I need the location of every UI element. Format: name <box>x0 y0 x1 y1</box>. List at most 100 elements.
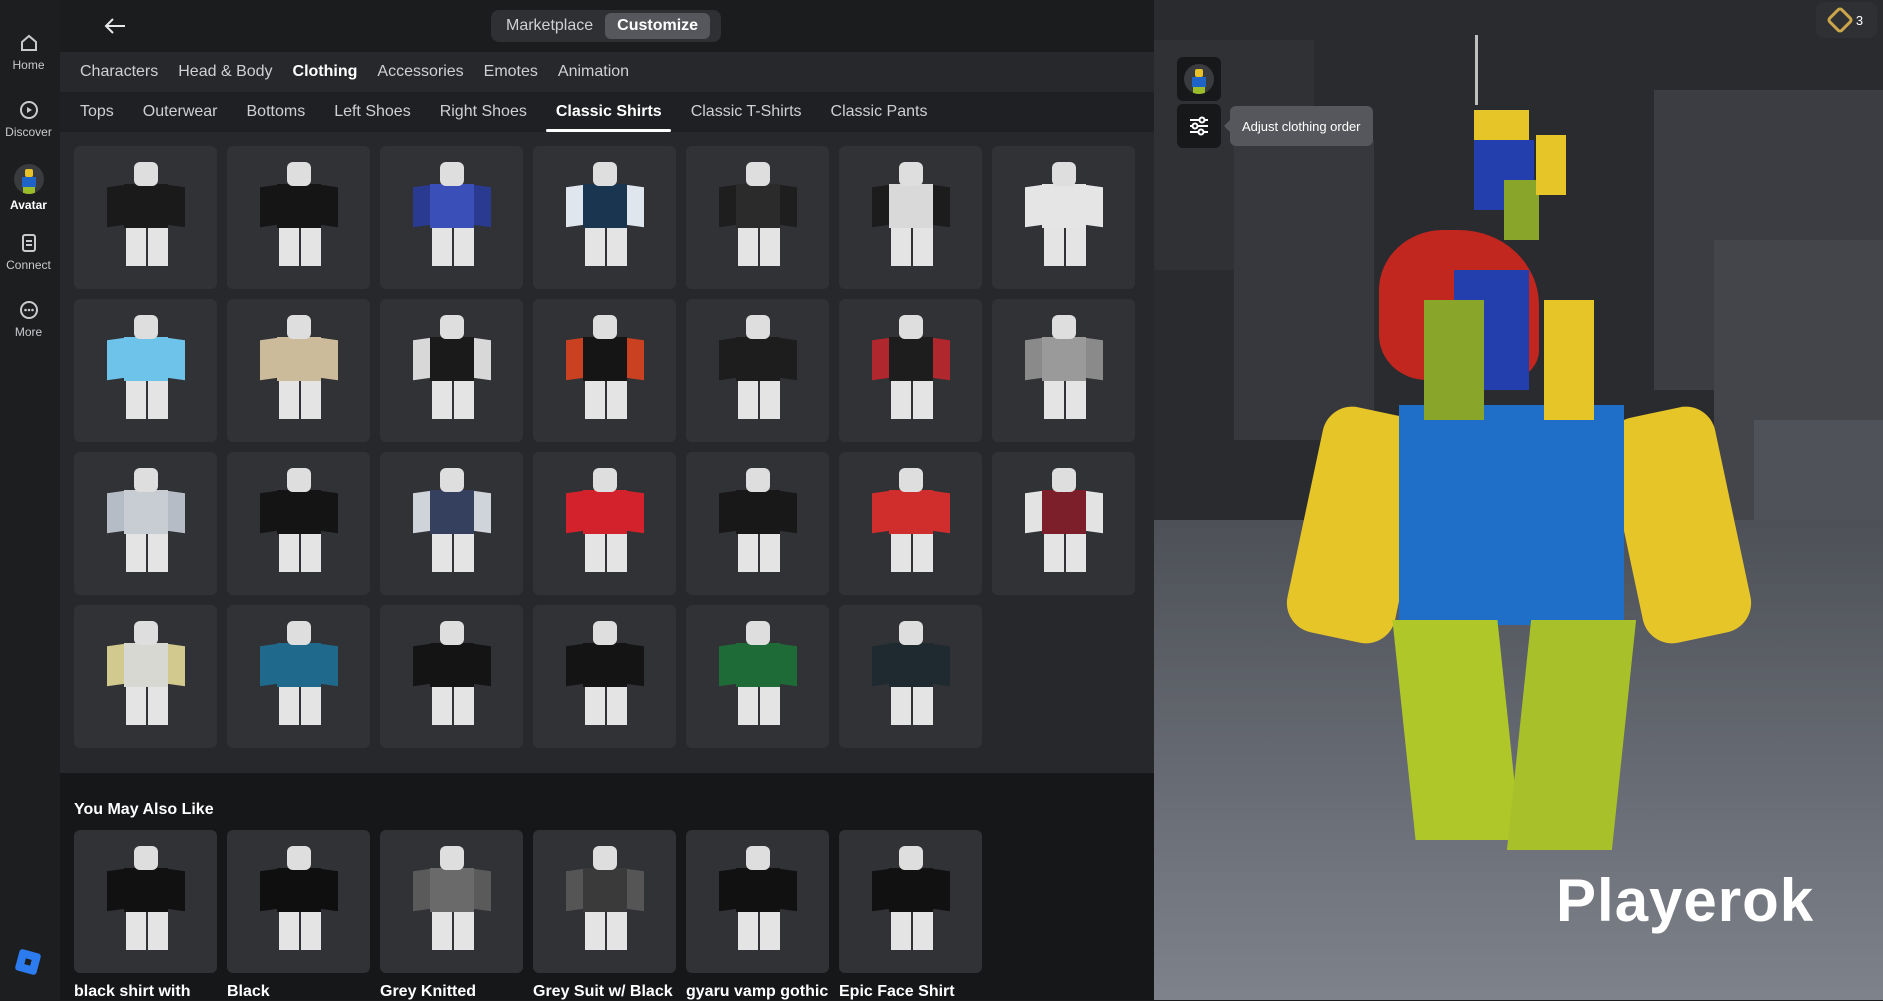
subtab-classic-t-shirts[interactable]: Classic T-Shirts <box>681 92 821 132</box>
recommended-item[interactable]: gyaru vamp gothic <box>686 830 829 1001</box>
shirt-item[interactable] <box>686 299 829 442</box>
shirt-item[interactable] <box>839 605 982 748</box>
subtab-right-shoes[interactable]: Right Shoes <box>430 92 546 132</box>
shirt-item[interactable] <box>380 146 523 289</box>
shirt-item[interactable] <box>227 605 370 748</box>
shirt-preview <box>410 846 494 956</box>
shirt-preview <box>716 315 800 425</box>
nav-discover[interactable]: Discover <box>0 99 57 139</box>
shirt-item[interactable] <box>74 605 217 748</box>
tab-head-body[interactable]: Head & Body <box>168 63 282 81</box>
roblox-logo-icon[interactable] <box>14 948 42 976</box>
subtab-classic-pants[interactable]: Classic Pants <box>821 92 947 132</box>
shirt-item[interactable] <box>533 605 676 748</box>
shirt-item[interactable] <box>992 299 1135 442</box>
shirt-item[interactable] <box>686 605 829 748</box>
nav-home[interactable]: Home <box>0 32 57 72</box>
subtab-left-shoes[interactable]: Left Shoes <box>324 92 430 132</box>
shirt-item[interactable] <box>227 299 370 442</box>
nav-more[interactable]: More <box>0 299 57 339</box>
shirt-item[interactable] <box>227 146 370 289</box>
shirt-preview <box>104 315 188 425</box>
shirt-item[interactable] <box>839 452 982 595</box>
top-bar: Marketplace Customize <box>60 0 1154 52</box>
shirt-item[interactable] <box>533 299 676 442</box>
character-thumbnail-button[interactable] <box>1177 57 1221 101</box>
tab-clothing[interactable]: Clothing <box>283 63 368 81</box>
nav-avatar[interactable]: Avatar <box>0 164 57 212</box>
recommended-thumbnail[interactable] <box>686 830 829 973</box>
shirt-item[interactable] <box>380 452 523 595</box>
shirt-preview <box>563 162 647 272</box>
tab-characters[interactable]: Characters <box>70 63 168 81</box>
shirt-preview <box>1022 468 1106 578</box>
shirt-item[interactable] <box>839 146 982 289</box>
shirt-preview <box>104 846 188 956</box>
shirt-item[interactable] <box>74 452 217 595</box>
subtab-classic-shirts[interactable]: Classic Shirts <box>545 92 681 132</box>
shirt-item[interactable] <box>227 452 370 595</box>
robux-amount: 3 <box>1855 12 1864 28</box>
shirt-item[interactable] <box>380 299 523 442</box>
tab-accessories[interactable]: Accessories <box>367 63 473 81</box>
shirt-item[interactable] <box>74 299 217 442</box>
mode-switch: Marketplace Customize <box>491 10 721 42</box>
shirt-preview <box>104 621 188 731</box>
avatar-icon <box>1184 64 1214 94</box>
shirt-preview <box>410 468 494 578</box>
username-label: Playerok <box>1556 867 1815 934</box>
recommended-item-name: gyaru vamp gothic <box>686 983 829 1000</box>
shirt-item[interactable] <box>992 146 1135 289</box>
shirt-item[interactable] <box>686 146 829 289</box>
recommended-thumbnail[interactable] <box>533 830 676 973</box>
shirt-item[interactable] <box>533 146 676 289</box>
marketplace-tab[interactable]: Marketplace <box>494 13 605 39</box>
shirt-preview <box>1022 315 1106 425</box>
subcategory-tabs: Tops Outerwear Bottoms Left Shoes Right … <box>60 92 1154 132</box>
shirt-preview <box>257 162 341 272</box>
nav-discover-label: Discover <box>5 125 52 139</box>
back-button[interactable] <box>98 10 132 42</box>
shirt-item[interactable] <box>380 605 523 748</box>
adjust-clothing-order-button[interactable] <box>1177 104 1221 148</box>
shirt-preview <box>410 162 494 272</box>
nav-more-label: More <box>14 325 43 339</box>
recommended-item-name: Grey Knitted <box>380 983 477 1000</box>
shirt-preview <box>257 846 341 956</box>
adjust-clothing-order-tooltip: Adjust clothing order <box>1224 106 1373 146</box>
shirt-item[interactable] <box>686 452 829 595</box>
avatar-preview[interactable] <box>1154 0 1883 1000</box>
recommended-item[interactable]: black shirt with <box>74 830 217 1001</box>
sliders-icon <box>1190 116 1208 136</box>
subtab-bottoms[interactable]: Bottoms <box>237 92 325 132</box>
tab-animation[interactable]: Animation <box>548 63 639 81</box>
recommended-item[interactable]: Epic Face Shirt <box>839 830 982 1001</box>
shirt-preview <box>869 846 953 956</box>
shirt-preview <box>716 162 800 272</box>
recommended-item[interactable]: Grey Suit w/ Black <box>533 830 676 1001</box>
subtab-outerwear[interactable]: Outerwear <box>133 92 237 132</box>
shirt-item[interactable] <box>74 146 217 289</box>
shirt-preview <box>869 162 953 272</box>
recommended-item-name: Epic Face Shirt <box>839 983 955 1000</box>
nav-connect[interactable]: Connect <box>0 232 57 272</box>
shirt-preview <box>257 315 341 425</box>
recommendation-row: black shirt with Black Grey Knitted Grey Su… <box>74 830 982 1001</box>
subtab-tops[interactable]: Tops <box>70 92 133 132</box>
tab-emotes[interactable]: Emotes <box>474 63 548 81</box>
shirt-item[interactable] <box>533 452 676 595</box>
recommended-thumbnail[interactable] <box>380 830 523 973</box>
shirt-preview <box>410 315 494 425</box>
recommended-item[interactable]: Grey Knitted <box>380 830 523 1001</box>
robux-balance[interactable]: 3 <box>1816 2 1877 38</box>
customize-tab[interactable]: Customize <box>605 13 711 39</box>
section-title: You May Also Like <box>74 801 214 818</box>
left-navigation: Home Discover Avatar Connect More <box>0 0 60 1000</box>
recommended-thumbnail[interactable] <box>839 830 982 973</box>
recommended-thumbnail[interactable] <box>227 830 370 973</box>
recommended-item[interactable]: Black <box>227 830 370 1001</box>
shirt-item[interactable] <box>839 299 982 442</box>
shirt-item[interactable] <box>992 452 1135 595</box>
recommended-thumbnail[interactable] <box>74 830 217 973</box>
shirt-preview <box>869 621 953 731</box>
